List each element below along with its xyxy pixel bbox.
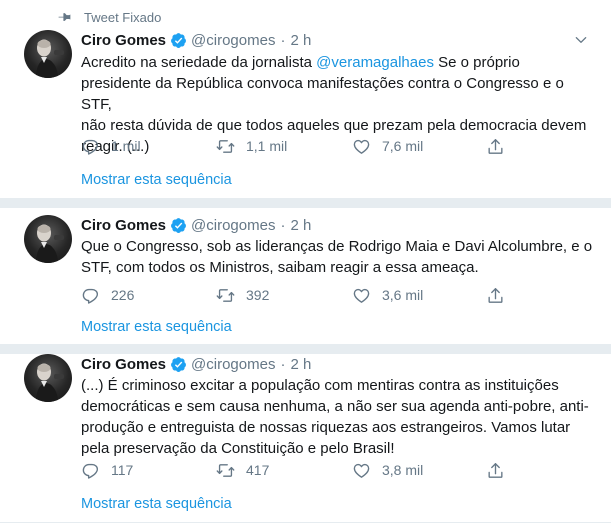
divider <box>0 522 611 523</box>
reply-icon <box>81 137 100 156</box>
chevron-down-icon[interactable] <box>573 32 589 48</box>
tweet-text-prefix: Acredito na seriedade da jornalista <box>81 54 312 71</box>
tweet-text-line-4: pela preservação da Constituição e pelo … <box>81 440 395 457</box>
tweet-3[interactable]: Ciro Gomes @cirogomes · 2 h (...) É crim… <box>0 354 611 527</box>
retweet-button[interactable]: 1,1 mil <box>216 136 287 156</box>
share-button[interactable] <box>486 460 505 480</box>
separator-dot: · <box>280 31 286 49</box>
retweet-count: 417 <box>246 462 270 478</box>
tweet-separator <box>0 198 611 208</box>
author-handle[interactable]: @cirogomes <box>191 32 275 49</box>
author-handle[interactable]: @cirogomes <box>191 356 275 373</box>
tweet-text: Acredito na seriedade da jornalista @ver… <box>81 52 596 157</box>
verified-icon <box>170 356 187 373</box>
like-icon <box>352 286 371 305</box>
retweet-button[interactable]: 392 <box>216 285 269 305</box>
like-button[interactable]: 7,6 mil <box>352 136 423 156</box>
retweet-count: 392 <box>246 287 270 303</box>
author-name[interactable]: Ciro Gomes <box>81 32 166 49</box>
show-thread-link[interactable]: Mostrar esta sequência <box>81 172 232 188</box>
reply-count: 226 <box>111 287 135 303</box>
reply-count: 1 mil <box>111 138 141 154</box>
show-thread-link[interactable]: Mostrar esta sequência <box>81 319 232 335</box>
author-name[interactable]: Ciro Gomes <box>81 217 166 234</box>
tweet-1[interactable]: Tweet Fixado Ciro Gomes @cirogomes · 2 h… <box>0 0 611 198</box>
tweet-header: Ciro Gomes @cirogomes · 2 h <box>81 30 311 50</box>
pinned-indicator: Tweet Fixado <box>58 9 161 25</box>
avatar[interactable] <box>24 354 72 402</box>
share-icon <box>486 461 505 480</box>
share-button[interactable] <box>486 285 505 305</box>
like-count: 7,6 mil <box>382 138 424 154</box>
tweet-header: Ciro Gomes @cirogomes · 2 h <box>81 215 311 235</box>
tweet-text: (...) É criminoso excitar a população co… <box>81 375 596 459</box>
tweet-text-line: Acredito na seriedade da jornalista @ver… <box>81 52 596 73</box>
show-thread-link[interactable]: Mostrar esta sequência <box>81 496 232 512</box>
retweet-icon <box>216 286 235 305</box>
like-button[interactable]: 3,8 mil <box>352 460 423 480</box>
retweet-button[interactable]: 417 <box>216 460 269 480</box>
reply-icon <box>81 461 100 480</box>
tweet-text-line-1: (...) É criminoso excitar a população co… <box>81 377 559 394</box>
reply-icon <box>81 286 100 305</box>
author-name[interactable]: Ciro Gomes <box>81 356 166 373</box>
pinned-label: Tweet Fixado <box>84 9 162 25</box>
verified-icon <box>170 32 187 49</box>
timestamp[interactable]: 2 h <box>290 356 311 373</box>
tweet-text-line-3: não resta dúvida de que todos aqueles qu… <box>81 117 587 134</box>
tweet-text-line-1: Que o Congresso, sob as lideranças de Ro… <box>81 238 593 255</box>
tweet-text-line-1: Se o próprio <box>438 54 520 71</box>
like-icon <box>352 137 371 156</box>
tweet-2[interactable]: Ciro Gomes @cirogomes · 2 h Que o Congre… <box>0 208 611 344</box>
share-icon <box>486 286 505 305</box>
retweet-count: 1,1 mil <box>246 138 288 154</box>
tweet-text-line-2: STF, com todos os Ministros, saibam reag… <box>81 259 479 276</box>
tweet-header: Ciro Gomes @cirogomes · 2 h <box>81 354 311 374</box>
pin-icon <box>58 13 71 21</box>
avatar[interactable] <box>24 30 72 78</box>
separator-dot: · <box>280 216 286 234</box>
mention-link[interactable]: @veramagalhaes <box>316 54 434 71</box>
timestamp[interactable]: 2 h <box>290 217 311 234</box>
timestamp[interactable]: 2 h <box>290 32 311 49</box>
share-icon <box>486 137 505 156</box>
tweet-separator <box>0 344 611 354</box>
share-button[interactable] <box>486 136 505 156</box>
tweet-text-line-4: reagir. (...) <box>81 138 150 155</box>
author-handle[interactable]: @cirogomes <box>191 217 275 234</box>
tweet-text-line-2: democráticas e sem causa nenhuma, a não … <box>81 398 589 415</box>
reply-button[interactable]: 226 <box>81 285 134 305</box>
avatar[interactable] <box>24 215 72 263</box>
reply-button[interactable]: 1 mil <box>81 136 141 156</box>
like-count: 3,8 mil <box>382 462 424 478</box>
tweet-text-line-2: presidente da República convoca manifest… <box>81 75 564 113</box>
reply-count: 117 <box>111 462 134 478</box>
separator-dot: · <box>280 355 286 373</box>
like-count: 3,6 mil <box>382 287 424 303</box>
retweet-icon <box>216 461 235 480</box>
tweet-text-line-3: produção e entreguista de nossas riqueza… <box>81 419 571 436</box>
retweet-icon <box>216 137 235 156</box>
tweet-text: Que o Congresso, sob as lideranças de Ro… <box>81 236 596 278</box>
like-icon <box>352 461 371 480</box>
reply-button[interactable]: 117 <box>81 460 133 480</box>
like-button[interactable]: 3,6 mil <box>352 285 423 305</box>
verified-icon <box>170 217 187 234</box>
